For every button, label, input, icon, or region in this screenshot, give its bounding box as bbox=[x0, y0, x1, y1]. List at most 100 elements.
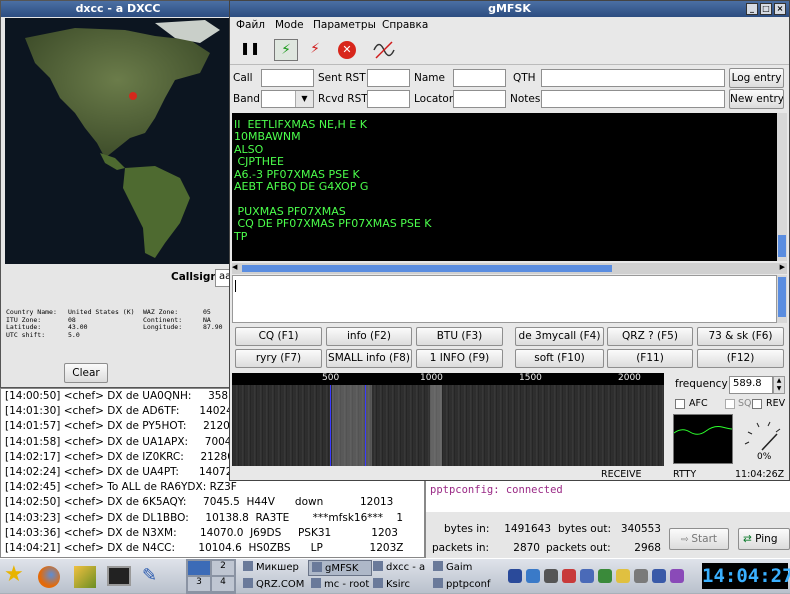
workspace-2[interactable]: 2 bbox=[212, 561, 234, 575]
rx-scrollbar[interactable] bbox=[777, 113, 787, 261]
tray-icon-8[interactable] bbox=[634, 569, 648, 583]
start-label: Start bbox=[691, 533, 718, 545]
macro-button-f4[interactable]: de 3mycall (F4) bbox=[515, 327, 604, 346]
tx-text-area[interactable] bbox=[232, 275, 777, 323]
task-label: Ksirc bbox=[386, 579, 410, 590]
task-button[interactable]: gMFSK bbox=[308, 560, 372, 576]
menu-mode[interactable]: Mode bbox=[275, 19, 304, 31]
rx-line: II EETLIFXMAS NE,H E K bbox=[234, 118, 367, 131]
call-input[interactable] bbox=[261, 69, 314, 87]
waterfall-panel[interactable]: 500 1000 1500 2000 bbox=[232, 373, 664, 466]
new-entry-button[interactable]: New entry bbox=[729, 89, 784, 109]
tx-scrollbar[interactable] bbox=[777, 275, 787, 323]
band-select[interactable]: ▼ bbox=[261, 90, 314, 108]
kde-star-icon[interactable]: ★ bbox=[4, 563, 24, 587]
macro-button-f8[interactable]: SMALL info (F8) bbox=[326, 349, 412, 368]
menu-settings[interactable]: Параметры bbox=[313, 19, 376, 31]
ping-button[interactable]: ⇄ Ping bbox=[738, 528, 790, 550]
waveform-button[interactable] bbox=[372, 39, 396, 61]
pause-button[interactable]: ❚❚ bbox=[240, 41, 261, 59]
workspace-4[interactable]: 4 bbox=[212, 577, 234, 591]
workspace-1[interactable] bbox=[188, 561, 210, 575]
frequency-spinner[interactable]: ▲ ▼ bbox=[773, 376, 785, 394]
task-button[interactable]: Ksirc bbox=[370, 577, 434, 593]
task-icon bbox=[243, 578, 253, 588]
rx-hscrollbar-thumb[interactable] bbox=[242, 265, 612, 272]
task-button[interactable]: mc - root bbox=[308, 577, 372, 593]
task-button[interactable]: Микшер bbox=[240, 560, 304, 576]
close-window-button[interactable]: × bbox=[774, 3, 786, 15]
notes-input[interactable] bbox=[541, 90, 725, 108]
workspace-pager[interactable]: 2 3 4 bbox=[186, 559, 236, 594]
toolbar: ❚❚ ⚡ ⚡ ✕ bbox=[230, 35, 789, 65]
log-entry-button[interactable]: Log entry bbox=[729, 68, 784, 88]
start-button[interactable]: ⇨ Start bbox=[669, 528, 729, 550]
abort-button[interactable]: ✕ bbox=[338, 41, 356, 59]
tools-icon[interactable]: ✎ bbox=[142, 565, 164, 587]
menu-file[interactable]: Файл bbox=[236, 19, 265, 31]
waterfall-noise bbox=[232, 385, 664, 466]
tray-icon-9[interactable] bbox=[652, 569, 666, 583]
macro-button-f2[interactable]: info (F2) bbox=[326, 327, 412, 346]
status-receive: RECEIVE bbox=[601, 469, 642, 480]
south-america-shape bbox=[123, 166, 190, 258]
frequency-input[interactable]: 589.8 bbox=[729, 376, 773, 394]
bytes-out-label: bytes out: bbox=[558, 523, 611, 535]
download-icon[interactable] bbox=[598, 569, 612, 583]
maximize-button[interactable]: □ bbox=[760, 3, 772, 15]
tray-icon-7[interactable] bbox=[616, 569, 630, 583]
tray-icon-2[interactable] bbox=[526, 569, 540, 583]
pause-icon: ❚❚ bbox=[240, 41, 261, 55]
rx-hscrollbar[interactable]: ◀ ▶ bbox=[232, 263, 787, 274]
macro-button-f10[interactable]: soft (F10) bbox=[515, 349, 604, 368]
macro-button-f1[interactable]: CQ (F1) bbox=[235, 327, 322, 346]
scroll-left-icon[interactable]: ◀ bbox=[232, 263, 237, 271]
qth-input[interactable] bbox=[541, 69, 725, 87]
task-button[interactable]: Gaim bbox=[430, 560, 494, 576]
task-button[interactable]: pptpconf bbox=[430, 577, 494, 593]
afc-checkbox[interactable] bbox=[675, 399, 685, 409]
terminal-icon[interactable] bbox=[107, 566, 131, 586]
band-dropdown-icon[interactable]: ▼ bbox=[295, 91, 313, 107]
dxcc-titlebar[interactable]: dxcc - a DXCC bbox=[1, 1, 235, 17]
name-input[interactable] bbox=[453, 69, 506, 87]
editor-icon[interactable] bbox=[74, 566, 96, 588]
scale-1500: 1500 bbox=[519, 373, 542, 383]
rcvd-rst-input[interactable] bbox=[367, 90, 410, 108]
rx-scrollbar-thumb[interactable] bbox=[778, 235, 786, 257]
tune-lightning-button[interactable]: ⚡ bbox=[304, 39, 326, 61]
rev-checkbox[interactable] bbox=[752, 399, 762, 409]
task-button[interactable]: QRZ.COM bbox=[240, 577, 304, 593]
macro-button-f3[interactable]: BTU (F3) bbox=[416, 327, 503, 346]
macro-button-f6[interactable]: 73 & sk (F6) bbox=[697, 327, 784, 346]
rx-text-area[interactable]: II EETLIFXMAS NE,H E K 10MBAWNM ALSO CJPTH… bbox=[232, 113, 777, 261]
workspace-3[interactable]: 3 bbox=[188, 577, 210, 591]
sql-checkbox[interactable] bbox=[725, 399, 735, 409]
macro-button-f5[interactable]: QRZ ? (F5) bbox=[607, 327, 693, 346]
tx-scrollbar-thumb[interactable] bbox=[778, 277, 786, 317]
locator-input[interactable] bbox=[453, 90, 506, 108]
volume-icon[interactable] bbox=[544, 569, 558, 583]
packets-out-label: packets out: bbox=[546, 542, 611, 554]
scroll-right-icon[interactable]: ▶ bbox=[780, 263, 785, 271]
macro-button-f12[interactable]: (F12) bbox=[697, 349, 784, 368]
minimize-button[interactable]: _ bbox=[746, 3, 758, 15]
gmfsk-titlebar[interactable]: gMFSK _ □ × bbox=[230, 1, 789, 17]
tray-icon-5[interactable] bbox=[580, 569, 594, 583]
clear-button[interactable]: Clear bbox=[64, 363, 108, 383]
tray-icon-1[interactable] bbox=[508, 569, 522, 583]
info-value: 87.90 bbox=[203, 323, 223, 331]
task-label: Микшер bbox=[256, 562, 299, 573]
pptp-log-line: pptpconfig: connected bbox=[430, 484, 563, 496]
clock[interactable]: 14:04:27 bbox=[702, 563, 790, 589]
task-button[interactable]: dxcc - a bbox=[370, 560, 434, 576]
macro-button-f9[interactable]: 1 INFO (F9) bbox=[416, 349, 503, 368]
flag-icon[interactable] bbox=[562, 569, 576, 583]
firefox-icon[interactable] bbox=[38, 566, 60, 588]
macro-button-f11[interactable]: (F11) bbox=[607, 349, 693, 368]
sent-rst-input[interactable] bbox=[367, 69, 410, 87]
transmit-lightning-button[interactable]: ⚡ bbox=[274, 39, 298, 61]
tray-icon-10[interactable] bbox=[670, 569, 684, 583]
menu-help[interactable]: Справка bbox=[382, 19, 428, 31]
macro-button-f7[interactable]: ryry (F7) bbox=[235, 349, 322, 368]
